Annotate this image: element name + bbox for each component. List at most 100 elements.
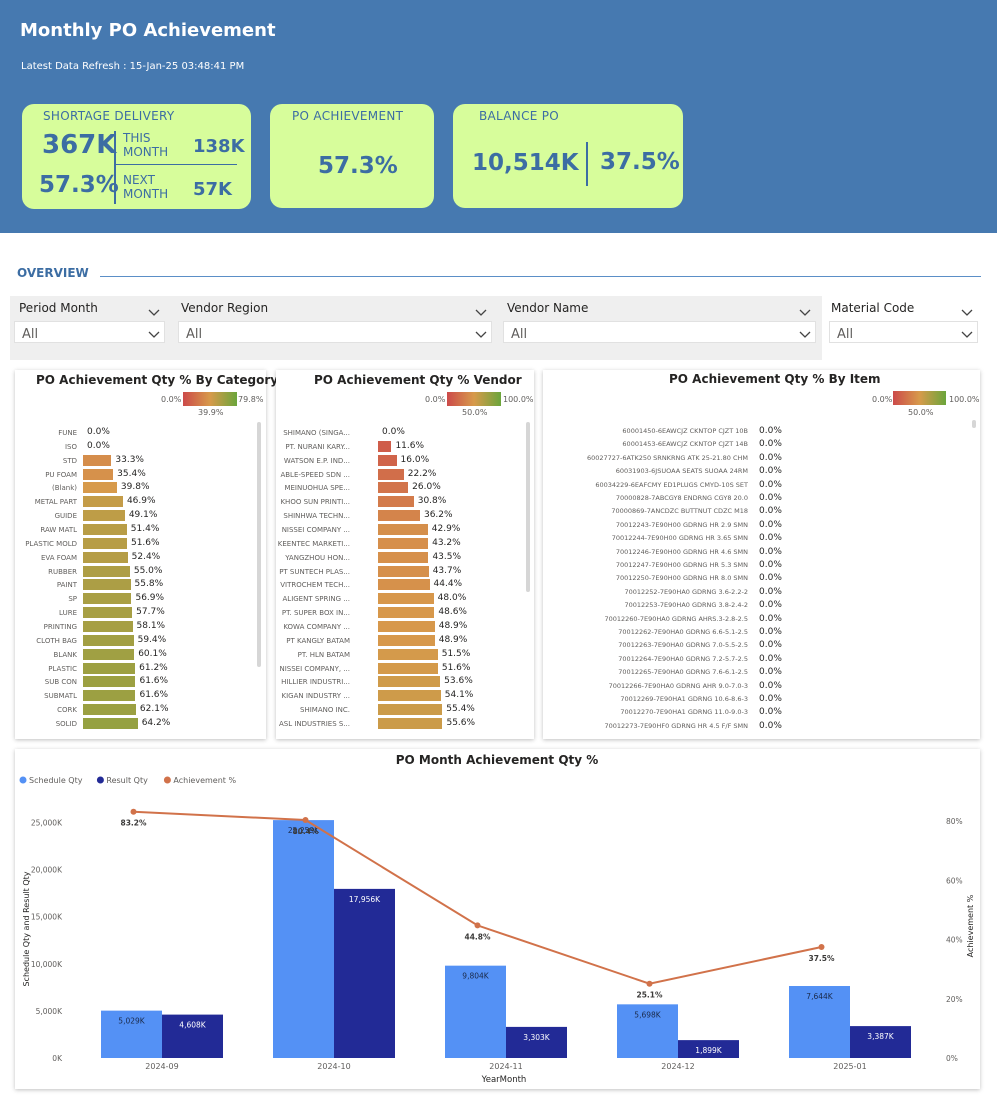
item-row[interactable]: 60034229-6EAFCMY ED1PLUGS CMYD-10S SET 0.… bbox=[543, 480, 963, 493]
slicer-dropdown-material-code[interactable]: All bbox=[829, 321, 978, 343]
bar-row[interactable]: ABLE-SPEED SDN ... 22.2% bbox=[276, 468, 521, 483]
chevron-down-icon[interactable] bbox=[799, 302, 811, 316]
bar-row[interactable]: MEINUOHUA SPE... 26.0% bbox=[276, 482, 521, 496]
y2-tick-label: 20% bbox=[946, 995, 963, 1004]
bar-row[interactable]: SUB CON 61.6% bbox=[15, 676, 255, 690]
panel-title: PO Achievement Qty % By Item bbox=[669, 372, 881, 386]
bar-row[interactable]: STD 33.3% bbox=[15, 454, 255, 469]
slicer-label-material-code: Material Code bbox=[831, 301, 915, 315]
bar-row[interactable]: NISSEI COMPANY, ... 51.6% bbox=[276, 662, 521, 677]
item-row[interactable]: 70012246-7E90H00 GDRNG HR 4.6 SMN 0.0% bbox=[543, 547, 963, 560]
bar-row[interactable]: CORK 62.1% bbox=[15, 704, 255, 718]
bar-row[interactable]: PT. HLN BATAM 51.5% bbox=[276, 648, 521, 663]
scrollbar[interactable] bbox=[257, 422, 261, 667]
chevron-down-icon[interactable] bbox=[961, 302, 973, 316]
bar-row[interactable]: SUBMATL 61.6% bbox=[15, 690, 255, 704]
bar-row[interactable]: RAW MATL 51.4% bbox=[15, 524, 255, 538]
bar-row[interactable]: PLASTIC 61.2% bbox=[15, 662, 255, 677]
bar-row[interactable]: SP 56.9% bbox=[15, 593, 255, 607]
item-row[interactable]: 60031903-6JSUOAA SEATS SUOAA 24RM 0.0% bbox=[543, 466, 963, 479]
legend-marker bbox=[96, 776, 104, 784]
bar-row[interactable]: PRINTING 58.1% bbox=[15, 621, 255, 635]
slicer-dropdown-vendor-name[interactable]: All bbox=[503, 321, 816, 343]
item-label: 60031903-6JSUOAA SEATS SUOAA 24RM bbox=[615, 467, 748, 476]
chevron-down-icon[interactable] bbox=[799, 328, 811, 338]
bar-row[interactable]: KHOO SUN PRINTI... 30.8% bbox=[276, 496, 521, 510]
achievement-label: 44.8% bbox=[464, 932, 491, 941]
bar-row[interactable]: NISSEI COMPANY ... 42.9% bbox=[276, 524, 521, 538]
item-row[interactable]: 70000869-7ANCDZC BUTTNUT CDZC M18 0.0% bbox=[543, 506, 963, 519]
bar-row[interactable]: PT KANGLY BATAM 48.9% bbox=[276, 634, 521, 649]
item-label: 70012263-7E90HA0 GDRNG 7.0-5.5-2.5 bbox=[618, 641, 748, 650]
item-row[interactable]: 70012250-7E90H00 GDRNG HR 8.0 SMN 0.0% bbox=[543, 573, 963, 586]
item-row[interactable]: 70012273-7E90HF0 GDRNG HR 4.5 F/F SMN 0.0… bbox=[543, 721, 963, 734]
item-row[interactable]: 70012247-7E90H00 GDRNG HR 5.3 SMN 0.0% bbox=[543, 560, 963, 573]
chevron-down-icon[interactable] bbox=[961, 328, 973, 338]
chevron-down-icon[interactable] bbox=[475, 328, 487, 338]
item-row[interactable]: 70012260-7E90HA0 GDRNG AHRS.3-2.8-2.5 0.0… bbox=[543, 614, 963, 627]
bar-row[interactable]: SHIMANO INC. 55.4% bbox=[276, 704, 521, 718]
bar-row[interactable]: ISO 0.0% bbox=[15, 441, 255, 455]
bar-row[interactable]: WATSON E.P. IND... 16.0% bbox=[276, 454, 521, 469]
bar-row[interactable]: ASL INDUSTRIES S... 55.6% bbox=[276, 718, 521, 732]
chevron-down-icon[interactable] bbox=[148, 302, 160, 316]
balance-po-card[interactable]: BALANCE PO 10,514K 37.5% bbox=[453, 104, 683, 208]
item-row[interactable]: 70012243-7E90H00 GDRNG HR 2.9 SMN 0.0% bbox=[543, 520, 963, 533]
bar-row[interactable]: METAL PART 46.9% bbox=[15, 496, 255, 510]
card-divider bbox=[586, 142, 588, 186]
bar-row[interactable]: EVA FOAM 52.4% bbox=[15, 551, 255, 566]
bar-row[interactable]: VITROCHEM TECH... 44.4% bbox=[276, 579, 521, 593]
bar-row[interactable]: CLOTH BAG 59.4% bbox=[15, 634, 255, 649]
bar-row[interactable]: FUNE 0.0% bbox=[15, 427, 255, 441]
item-row[interactable]: 60001453-6EAWCJZ CKNTOP CJZT 14B 0.0% bbox=[543, 439, 963, 452]
bar-row[interactable]: SOLID 64.2% bbox=[15, 718, 255, 732]
item-row[interactable]: 70012244-7E90H00 GDRNG HR 3.65 SMN 0.0% bbox=[543, 533, 963, 546]
item-row[interactable]: 60001450-6EAWCJZ CKNTOP CJZT 10B 0.0% bbox=[543, 426, 963, 439]
scrollbar[interactable] bbox=[526, 422, 530, 592]
bar bbox=[378, 440, 392, 452]
item-label: 70012247-7E90H00 GDRNG HR 5.3 SMN bbox=[615, 561, 748, 569]
bar-row[interactable]: PAINT 55.8% bbox=[15, 579, 255, 593]
y2-tick-label: 80% bbox=[946, 817, 963, 826]
bar-row[interactable]: LURE 57.7% bbox=[15, 607, 255, 621]
item-row[interactable]: 70012264-7E90HA0 GDRNG 7.2-5.7-2.5 0.0% bbox=[543, 654, 963, 667]
bar-row[interactable]: HILLIER INDUSTRI... 53.6% bbox=[276, 676, 521, 690]
item-row[interactable]: 60027727-6ATK250 SRNKRNG ATK 25-21.80 CH… bbox=[543, 453, 963, 466]
slicer-dropdown-period-month[interactable]: All bbox=[14, 321, 165, 343]
scrollbar[interactable] bbox=[972, 420, 976, 428]
po-achievement-card[interactable]: PO ACHIEVEMENT 57.3% bbox=[270, 104, 434, 208]
bar-row[interactable]: PT SUNTECH PLAS... 43.7% bbox=[276, 565, 521, 580]
bar-row[interactable]: YANGZHOU HON... 43.5% bbox=[276, 551, 521, 566]
item-row[interactable]: 70012265-7E90HA0 GDRNG 7.6-6.1-2.5 0.0% bbox=[543, 667, 963, 680]
shortage-delivery-card[interactable]: SHORTAGE DELIVERY 367K 57.3% THIS MONTH … bbox=[22, 104, 251, 209]
bar bbox=[378, 607, 435, 619]
bar-row[interactable]: BLANK 60.1% bbox=[15, 648, 255, 663]
bar-row[interactable]: KOWA COMPANY ... 48.9% bbox=[276, 621, 521, 635]
bar bbox=[378, 551, 429, 563]
item-row[interactable]: 70012262-7E90HA0 GDRNG 6.6-5.1-2.5 0.0% bbox=[543, 627, 963, 640]
bar-label: PLASTIC MOLD bbox=[25, 539, 77, 548]
bar-row[interactable]: SHIMANO (SINGA... 0.0% bbox=[276, 427, 521, 441]
item-row[interactable]: 70012269-7E90HA1 GDRNG 10.6-8.6-3 0.0% bbox=[543, 694, 963, 707]
bar-row[interactable]: KEENTEC MARKETI... 43.2% bbox=[276, 537, 521, 552]
item-row[interactable]: 70012263-7E90HA0 GDRNG 7.0-5.5-2.5 0.0% bbox=[543, 640, 963, 653]
item-row[interactable]: 70012252-7E90HA0 GDRNG 3.6-2.2-2 0.0% bbox=[543, 587, 963, 600]
bar-row[interactable]: KIGAN INDUSTRY ... 54.1% bbox=[276, 690, 521, 704]
item-row[interactable]: 70012266-7E90HA0 GDRNG AHR 9.0-7.0-3 0.0% bbox=[543, 681, 963, 694]
item-row[interactable]: 70012253-7E90HA0 GDRNG 3.8-2.4-2 0.0% bbox=[543, 600, 963, 613]
achievement-line bbox=[133, 810, 822, 985]
chevron-down-icon[interactable] bbox=[148, 328, 160, 338]
bar-row[interactable]: (Blank) 39.8% bbox=[15, 482, 255, 496]
bar-row[interactable]: ALIGENT SPRING ... 48.0% bbox=[276, 593, 521, 607]
bar-row[interactable]: SHINHWA TECHN... 36.2% bbox=[276, 510, 521, 524]
bar-row[interactable]: PT. NURANI KARY... 11.6% bbox=[276, 440, 521, 455]
item-row[interactable]: 70000828-7ABCGY8 ENDRNG CGY8 20.0 0.0% bbox=[543, 493, 963, 506]
bar-row[interactable]: PLASTIC MOLD 51.6% bbox=[15, 537, 255, 552]
item-row[interactable]: 70012270-7E90HA1 GDRNG 11.0-9.0-3 0.0% bbox=[543, 707, 963, 720]
bar-row[interactable]: PU FOAM 35.4% bbox=[15, 468, 255, 483]
chevron-down-icon[interactable] bbox=[475, 302, 487, 316]
bar-row[interactable]: RUBBER 55.0% bbox=[15, 565, 255, 580]
slicer-dropdown-vendor-region[interactable]: All bbox=[178, 321, 492, 343]
bar-row[interactable]: PT. SUPER BOX IN... 48.6% bbox=[276, 607, 521, 621]
bar-row[interactable]: GUIDE 49.1% bbox=[15, 510, 255, 524]
